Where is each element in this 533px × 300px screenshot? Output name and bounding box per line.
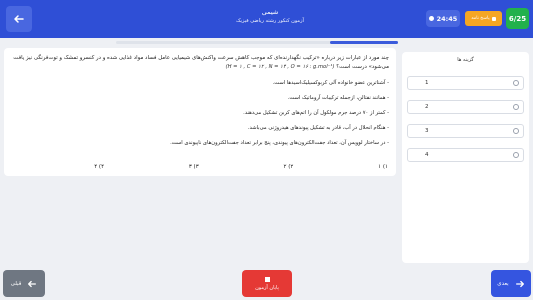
- answer-option-label: 4: [425, 152, 429, 158]
- radio-button[interactable]: [513, 128, 519, 134]
- statement: - همانند نفتالن، ازجمله ترکیبات آروماتیک…: [287, 95, 389, 101]
- progress-fill: [330, 41, 398, 44]
- exam-name: آزمون کنکور رشته ریاضی فیزیک: [236, 18, 304, 24]
- header-text: شیمی آزمون کنکور رشته ریاضی فیزیک: [130, 8, 410, 26]
- timer-value: 24:45: [436, 14, 458, 23]
- question-stem: چند مورد از عبارات زیر درباره «ترکیب نگه…: [11, 54, 389, 72]
- answer-option-label: 2: [425, 104, 429, 110]
- molar-mass-formula: (H = ۱ , C = ۱۲ , N = ۱۴ , O = ۱۶ : g.mo…: [225, 64, 335, 70]
- answer-sheet-button[interactable]: پاسخ نامه: [465, 11, 502, 26]
- radio-button[interactable]: [513, 152, 519, 158]
- next-label: بعدی: [497, 280, 509, 287]
- answer-option-2[interactable]: 2: [407, 100, 524, 114]
- question-counter: 6/25: [506, 8, 529, 29]
- question-options: ۱) ۱ ۲) ۲ ۳) ۳ ۴) ۴: [10, 164, 390, 170]
- statement: - در ساختار لوویس آن، تعداد جفت‌الکترون‌…: [170, 140, 389, 146]
- exam-subject: شیمی: [261, 8, 279, 16]
- timer: 24:45: [426, 10, 460, 27]
- answer-option-4[interactable]: 4: [407, 148, 524, 162]
- question-option: ۴) ۴: [94, 164, 105, 170]
- question-option: ۲) ۲: [283, 164, 294, 170]
- back-button[interactable]: [6, 6, 32, 32]
- stop-icon: [264, 276, 270, 282]
- arrow-left-icon: [14, 15, 24, 23]
- statements-list: - آشناترین عضو خانواده آلی کربوکسیلیک‌اس…: [11, 79, 389, 147]
- answer-panel-title: گزینه ها: [457, 57, 474, 63]
- grid-icon: [491, 16, 496, 21]
- answer-option-label: 3: [425, 128, 429, 134]
- end-exam-button[interactable]: پایان آزمون: [242, 270, 292, 297]
- answer-option-3[interactable]: 3: [407, 124, 524, 138]
- arrow-right-icon: [515, 280, 524, 287]
- question-option: ۳) ۳: [188, 164, 199, 170]
- statement: - آشناترین عضو خانواده آلی کربوکسیلیک‌اس…: [272, 80, 389, 86]
- previous-label: قبلی: [10, 280, 22, 287]
- clock-icon: [428, 16, 434, 21]
- answer-sheet-label: پاسخ نامه: [471, 16, 490, 21]
- answer-panel: گزینه ها 1 2 3 4: [402, 52, 529, 263]
- next-button[interactable]: بعدی: [491, 270, 531, 297]
- answer-option-label: 1: [425, 80, 429, 86]
- statement: - هنگام انحلال در آب، قادر به تشکیل پیون…: [247, 125, 389, 131]
- answer-option-1[interactable]: 1: [407, 76, 524, 90]
- top-bar: شیمی آزمون کنکور رشته ریاضی فیزیک 24:45 …: [0, 0, 533, 38]
- end-exam-label: پایان آزمون: [255, 284, 279, 291]
- question-option: ۱) ۱: [378, 164, 388, 170]
- arrow-left-icon: [28, 280, 37, 287]
- radio-button[interactable]: [513, 104, 519, 110]
- radio-button[interactable]: [513, 80, 519, 86]
- question-card: چند مورد از عبارات زیر درباره «ترکیب نگه…: [4, 48, 396, 176]
- progress-bar: [116, 41, 398, 44]
- previous-button[interactable]: قبلی: [3, 270, 45, 297]
- statement: - کمتر از ۷۰ درصد جرم مولکول آن را اتم‌ه…: [243, 110, 389, 116]
